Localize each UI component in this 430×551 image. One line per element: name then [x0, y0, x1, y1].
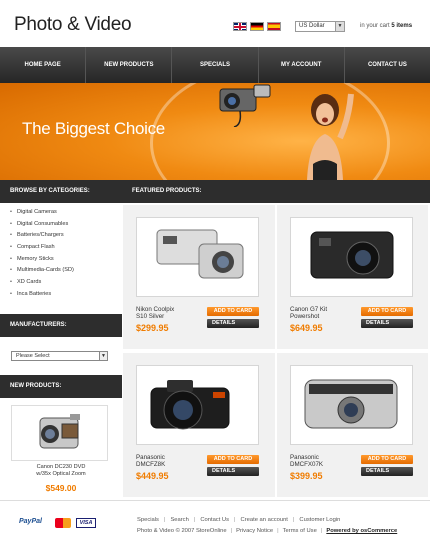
cart-summary[interactable]: in your cart 5 items — [360, 23, 412, 29]
category-memory-sticks[interactable]: Memory Sticks — [0, 254, 122, 266]
footer-copyright: Photo & Video © 2007 StoreOnline | Privac… — [137, 528, 398, 534]
banner-camera-image — [219, 84, 271, 127]
product-image[interactable] — [290, 217, 413, 297]
uk-flag-icon[interactable] — [233, 22, 247, 31]
category-digital-consumables[interactable]: Digital Consumables — [0, 219, 122, 231]
black-camera-image — [310, 231, 394, 279]
product-name-line1: Panasonic — [136, 454, 165, 461]
privacy-link[interactable]: Privacy Notice — [236, 528, 273, 534]
footer-link-specials[interactable]: Specials — [137, 517, 159, 523]
category-xd-cards[interactable]: XD Cards — [0, 277, 122, 289]
category-list: Digital Cameras Digital Consumables Batt… — [0, 207, 122, 301]
new-product-name-line2: w/35x Optical Zoom — [36, 471, 86, 477]
product-image[interactable] — [136, 217, 259, 297]
product-image[interactable] — [136, 365, 259, 445]
manufacturer-select[interactable]: Please Select ▼ — [11, 351, 108, 361]
product-name-line2: DMCFX07K — [290, 461, 324, 468]
product-image[interactable] — [290, 365, 413, 445]
categories-heading: BROWSE BY CATEGORIES: — [0, 180, 122, 203]
product-name-line1: Panasonic — [290, 454, 319, 461]
product-price: $449.95 — [136, 471, 169, 481]
bridge-camera-image — [150, 380, 230, 430]
footer-link-contact[interactable]: Contact Us — [200, 517, 229, 523]
new-product-name-line1: Canon DC230 DVD — [36, 464, 86, 470]
product-price: $649.95 — [290, 323, 323, 333]
new-product-price: $549.00 — [45, 483, 77, 493]
currency-value: US Dollar — [299, 23, 325, 29]
visa-icon: VISA — [76, 518, 96, 528]
footer-link-login[interactable]: Customer Login — [299, 517, 340, 523]
product-name[interactable]: Nikon Coolpix S10 Silver — [136, 306, 196, 320]
category-compact-flash[interactable]: Compact Flash — [0, 242, 122, 254]
germany-flag-icon[interactable] — [250, 22, 264, 31]
product-card: Nikon Coolpix S10 Silver $299.95 ADD TO … — [123, 205, 277, 351]
footer-link-create-account[interactable]: Create an account — [241, 517, 288, 523]
chevron-down-icon: ▼ — [335, 22, 344, 31]
product-name-line2: DMCFZ8K — [136, 461, 166, 468]
powered-by-link[interactable]: Powered by osCommerce — [326, 528, 397, 534]
mastercard-icon — [55, 518, 71, 528]
nav-my-account[interactable]: MY ACCOUNT — [259, 47, 345, 83]
add-to-cart-button[interactable]: ADD TO CARD — [207, 455, 259, 464]
nav-specials[interactable]: SPECIALS — [172, 47, 259, 83]
language-flags — [233, 22, 281, 31]
category-inca-batteries[interactable]: Inca Batteries — [0, 289, 122, 301]
product-name[interactable]: Canon G7 Kit Powershot — [290, 306, 350, 320]
camcorder-image — [39, 414, 80, 449]
manufacturers-heading: MANUFACTURERS: — [0, 314, 122, 337]
product-name-line2: S10 Silver — [136, 313, 165, 320]
details-button[interactable]: DETAILS — [361, 319, 413, 328]
product-name-line1: Nikon Coolpix — [136, 306, 175, 313]
details-button[interactable]: DETAILS — [207, 467, 259, 476]
nav-new-products[interactable]: NEW PRODUCTS — [86, 47, 173, 83]
compact-camera-image — [304, 379, 398, 429]
cart-prefix: in your cart — [360, 23, 390, 29]
add-to-cart-button[interactable]: ADD TO CARD — [207, 307, 259, 316]
currency-select[interactable]: US Dollar ▼ — [295, 21, 345, 32]
new-product-name[interactable]: Canon DC230 DVD w/35x Optical Zoom — [0, 464, 122, 478]
chevron-down-icon: ▼ — [99, 352, 107, 360]
terms-link[interactable]: Terms of Use — [283, 528, 317, 534]
new-product-image[interactable] — [11, 405, 108, 461]
nav-home[interactable]: HOME PAGE — [0, 47, 87, 83]
main-nav: HOME PAGE NEW PRODUCTS SPECIALS MY ACCOU… — [0, 47, 430, 83]
category-digital-cameras[interactable]: Digital Cameras — [0, 207, 122, 219]
featured-heading: FEATURED PRODUCTS: — [122, 180, 430, 203]
details-button[interactable]: DETAILS — [207, 319, 259, 328]
add-to-cart-button[interactable]: ADD TO CARD — [361, 455, 413, 464]
footer-link-search[interactable]: Search — [170, 517, 188, 523]
banner-model-image — [307, 93, 354, 180]
footer-divider — [0, 500, 430, 501]
product-card: Canon G7 Kit Powershot $649.95 ADD TO CA… — [277, 205, 430, 351]
product-price: $299.95 — [136, 323, 169, 333]
copyright-text: Photo & Video © 2007 StoreOnline — [137, 528, 227, 534]
product-name[interactable]: Panasonic DMCFZ8K — [136, 454, 196, 468]
add-to-cart-button[interactable]: ADD TO CARD — [361, 307, 413, 316]
category-batteries-chargers[interactable]: Batteries/Chargers — [0, 230, 122, 242]
product-name-line2: Powershot — [290, 313, 320, 320]
silver-camera-image — [156, 229, 244, 279]
footer-links: Specials | Search | Contact Us | Create an … — [137, 517, 341, 523]
cart-count: 5 items — [391, 23, 413, 29]
spain-flag-icon[interactable] — [267, 22, 281, 31]
product-name[interactable]: Panasonic DMCFX07K — [290, 454, 350, 468]
paypal-icon: PayPal — [19, 518, 42, 525]
nav-contact-us[interactable]: CONTACT US — [345, 47, 430, 83]
manufacturer-select-value: Please Select — [16, 353, 50, 359]
product-card: Panasonic DMCFZ8K $449.95 ADD TO CARD DE… — [123, 353, 277, 499]
details-button[interactable]: DETAILS — [361, 467, 413, 476]
new-products-heading: NEW PRODUCTS: — [0, 375, 122, 398]
category-multimedia-cards[interactable]: Multimedia-Cards (SD) — [0, 265, 122, 277]
site-logo[interactable]: Photo & Video — [14, 14, 132, 36]
product-card: Panasonic DMCFX07K $399.95 ADD TO CARD D… — [277, 353, 430, 499]
banner-title: The Biggest Choice — [22, 119, 165, 138]
product-price: $399.95 — [290, 471, 323, 481]
hero-banner: The Biggest Choice — [0, 83, 430, 180]
product-name-line1: Canon G7 Kit — [290, 306, 328, 313]
